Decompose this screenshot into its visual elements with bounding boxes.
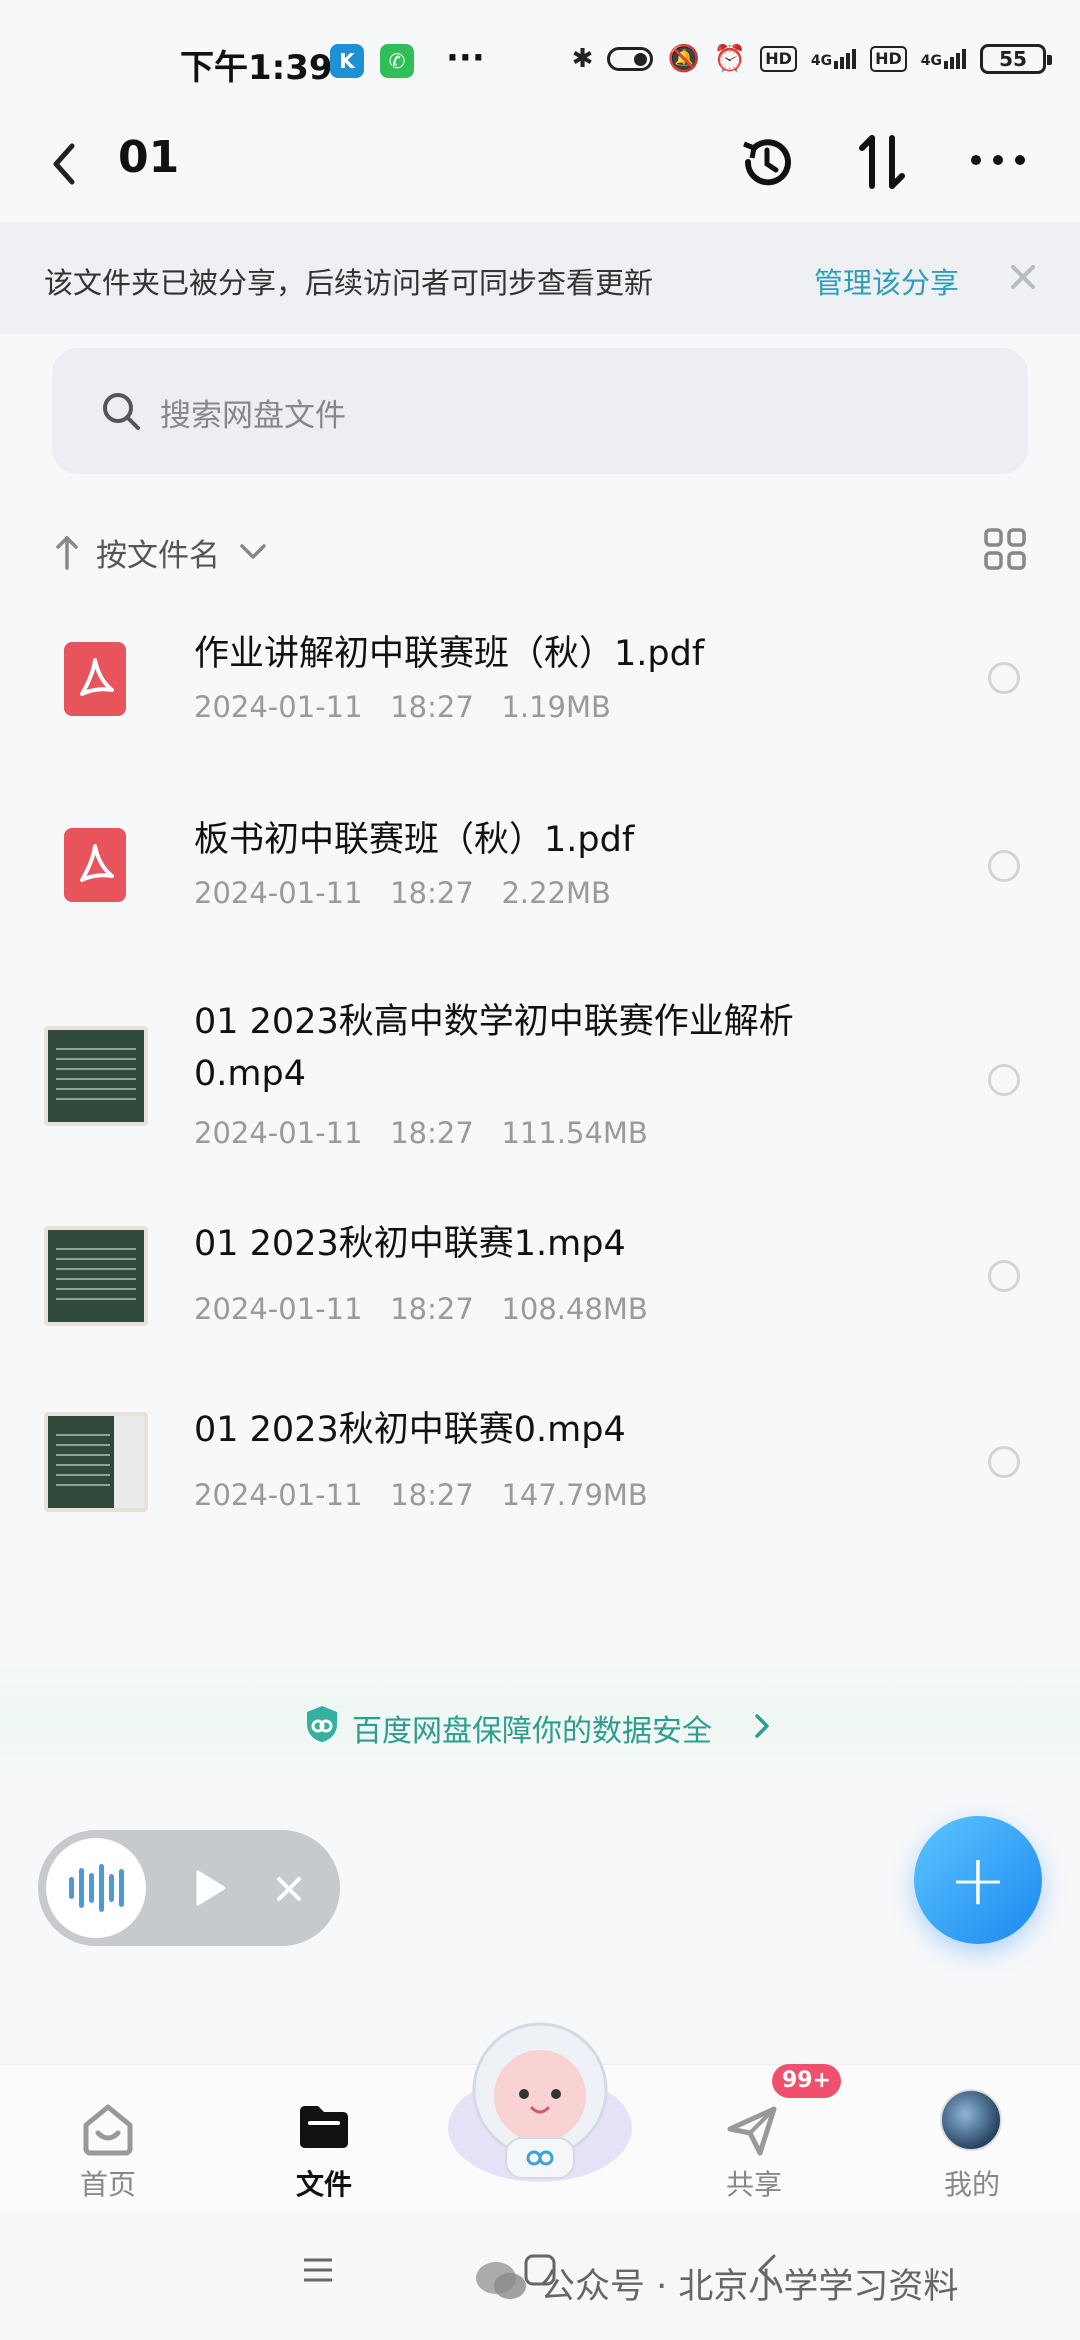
chevron-right-icon	[755, 1714, 769, 1738]
battery-icon: 55	[980, 44, 1052, 74]
file-meta: 2024-01-11 18:27 111.54MB	[194, 1116, 648, 1150]
home-icon	[83, 2104, 133, 2156]
arrow-up-icon	[56, 536, 78, 570]
nav-home[interactable]: 首页	[28, 2065, 188, 2211]
nav-files-label: 文件	[295, 2168, 352, 2201]
nav-home-label: 首页	[79, 2168, 136, 2201]
top-bar: 01	[0, 120, 1080, 220]
audio-player[interactable]	[38, 1830, 340, 1946]
search-input[interactable]: 搜索网盘文件	[52, 348, 1028, 474]
watermark-text: 公众号 · 北京小学学习资料	[540, 2267, 959, 2307]
file-meta: 2024-01-11 18:27 108.48MB	[194, 1292, 648, 1326]
wechat-icon: ✆	[380, 44, 414, 78]
bluetooth-icon: ✱	[571, 44, 594, 74]
search-icon	[103, 393, 140, 430]
app-k-icon: K	[330, 44, 364, 78]
manage-share-link[interactable]: 管理该分享	[814, 260, 959, 302]
file-name: 01 2023秋初中联赛0.mp4	[194, 1410, 626, 1450]
signal-icon: 4G	[811, 49, 857, 69]
close-icon[interactable]	[1008, 262, 1038, 292]
share-notice-bar: 该文件夹已被分享，后续访问者可同步查看更新 管理该分享	[0, 222, 1080, 334]
more-notifications-icon: ···	[446, 38, 485, 78]
file-row[interactable]: 01 2023秋初中联赛1.mp4 2024-01-11 18:27 108.4…	[0, 1218, 1080, 1378]
pdf-file-icon	[64, 642, 126, 716]
send-icon	[727, 2106, 777, 2156]
file-row[interactable]: 板书初中联赛班（秋）1.pdf 2024-01-11 18:27 2.22MB	[0, 798, 1080, 968]
add-button[interactable]: +	[914, 1816, 1042, 1944]
video-thumbnail	[44, 1026, 148, 1126]
file-meta: 2024-01-11 18:27 1.19MB	[194, 690, 611, 724]
status-time: 下午1:39	[180, 48, 333, 88]
avatar	[940, 2089, 1002, 2151]
back-icon[interactable]	[44, 134, 84, 194]
video-thumbnail	[44, 1412, 148, 1512]
play-icon[interactable]	[192, 1868, 228, 1908]
select-radio[interactable]	[988, 1260, 1020, 1292]
file-row[interactable]: 01 2023秋高中数学初中联赛作业解析0.mp4 2024-01-11 18:…	[0, 996, 1080, 1176]
file-meta: 2024-01-11 18:27 2.22MB	[194, 876, 611, 910]
close-player-icon[interactable]	[274, 1874, 304, 1904]
chevron-down-icon	[240, 544, 266, 559]
select-radio[interactable]	[988, 1446, 1020, 1478]
share-notice-text: 该文件夹已被分享，后续访问者可同步查看更新	[44, 266, 654, 300]
safety-banner[interactable]: 百度网盘保障你的数据安全	[0, 1660, 1080, 1780]
toggle-icon	[607, 47, 654, 71]
folder-title: 01	[118, 132, 180, 183]
select-radio[interactable]	[988, 662, 1020, 694]
status-bar: 下午1:39 K ✆ ··· ✱ 🔕 ⏰ HD 4G HD 4G 55	[0, 0, 1080, 120]
alarm-icon: ⏰	[713, 44, 747, 74]
file-row[interactable]: 01 2023秋初中联赛0.mp4 2024-01-11 18:27 147.7…	[0, 1404, 1080, 1564]
share-count-badge: 99+	[772, 2064, 842, 2098]
mascot-icon[interactable]	[440, 2010, 640, 2190]
pdf-file-icon	[64, 828, 126, 902]
hd-icon-2: HD	[870, 46, 907, 72]
signal-icon-2: 4G	[921, 49, 966, 69]
more-icon[interactable]	[968, 150, 1028, 170]
folder-icon	[300, 2106, 348, 2148]
nav-files[interactable]: 文件	[244, 2065, 404, 2211]
shield-icon	[307, 1706, 337, 1742]
sort-label: 按文件名	[96, 538, 220, 574]
nav-share-label: 共享	[725, 2168, 782, 2201]
file-meta: 2024-01-11 18:27 147.79MB	[194, 1478, 648, 1512]
sort-icon[interactable]	[854, 130, 910, 194]
safety-text: 百度网盘保障你的数据安全	[352, 1714, 712, 1749]
file-name: 板书初中联赛班（秋）1.pdf	[194, 820, 635, 860]
nav-me-label: 我的	[943, 2168, 1000, 2201]
select-radio[interactable]	[988, 850, 1020, 882]
video-thumbnail	[44, 1226, 148, 1326]
file-name: 01 2023秋初中联赛1.mp4	[194, 1224, 626, 1264]
file-row[interactable]: 作业讲解初中联赛班（秋）1.pdf 2024-01-11 18:27 1.19M…	[0, 610, 1080, 780]
wechat-watermark-icon	[476, 2262, 526, 2299]
menu-icon[interactable]	[300, 2252, 336, 2288]
audio-wave-icon	[46, 1838, 146, 1938]
mute-icon: 🔕	[667, 44, 700, 74]
select-radio[interactable]	[988, 1064, 1020, 1096]
grid-view-icon[interactable]	[984, 528, 1026, 570]
search-placeholder: 搜索网盘文件	[160, 398, 346, 434]
hd-icon: HD	[760, 46, 797, 72]
history-icon[interactable]	[734, 130, 798, 194]
nav-me[interactable]: 我的	[892, 2065, 1052, 2211]
file-name: 01 2023秋高中数学初中联赛作业解析0.mp4	[194, 1002, 794, 1094]
file-name: 作业讲解初中联赛班（秋）1.pdf	[194, 634, 705, 674]
